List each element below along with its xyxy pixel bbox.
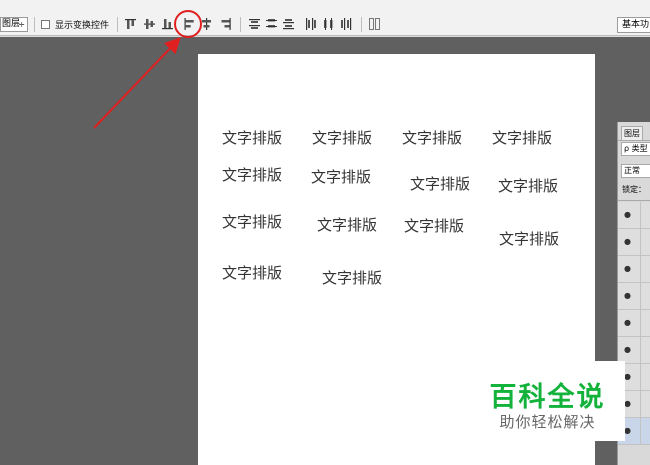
workspace-value: 基本功 [622, 20, 650, 30]
layer-row[interactable]: ● [618, 283, 650, 310]
text-layer[interactable]: 文字排版 [312, 127, 372, 148]
blend-mode-dropdown[interactable]: 正常 [621, 164, 650, 178]
toolbar-separator [117, 17, 118, 32]
text-layer[interactable]: 文字排版 [222, 211, 282, 232]
text-layer[interactable]: 文字排版 [499, 228, 559, 249]
layer-row-divider [640, 202, 641, 229]
layers-tab[interactable]: 图层 [621, 126, 643, 140]
distribute-top-edges-icon[interactable] [248, 17, 261, 31]
layer-filter-input[interactable]: ρ 类型 [621, 142, 650, 156]
layer-row-divider [640, 229, 641, 256]
visibility-eye-icon[interactable]: ● [624, 291, 631, 300]
distribute-right-edges-icon[interactable] [340, 17, 353, 31]
visibility-eye-icon[interactable]: ● [624, 426, 631, 435]
auto-align-layers-icon[interactable] [368, 17, 381, 31]
text-layer[interactable]: 文字排版 [498, 175, 558, 196]
layer-filter-placeholder: ρ 类型 [624, 144, 648, 153]
panel-divider [618, 200, 650, 201]
text-layer[interactable]: 文字排版 [404, 215, 464, 236]
options-bar: 图层 ÷ 显示变换控件 基本功 [0, 0, 650, 36]
auto-select-dropdown[interactable]: 图层 ÷ [0, 17, 28, 32]
visibility-eye-icon[interactable]: ● [624, 372, 631, 381]
align-top-edges-icon[interactable] [124, 17, 137, 31]
align-left-edges-icon[interactable] [183, 17, 196, 31]
text-layer[interactable]: 文字排版 [222, 164, 282, 185]
layer-row-divider [640, 418, 641, 445]
visibility-eye-icon[interactable]: ● [624, 210, 631, 219]
align-vertical-centers-icon[interactable] [143, 17, 156, 31]
visibility-eye-icon[interactable]: ● [624, 399, 631, 408]
watermark: 百科全说 助你轻松解决 [470, 361, 625, 441]
text-layer[interactable]: 文字排版 [222, 127, 282, 148]
lock-label: 锁定： [622, 185, 646, 194]
layer-row-divider [640, 337, 641, 364]
distribute-left-edges-icon[interactable] [304, 17, 317, 31]
layer-row[interactable]: ● [618, 256, 650, 283]
dropdown-arrow-icon: ÷ [18, 20, 25, 29]
visibility-eye-icon[interactable]: ● [624, 237, 631, 246]
distribute-vertical-centers-icon[interactable] [265, 17, 278, 31]
distribute-bottom-edges-icon[interactable] [282, 17, 295, 31]
layer-row-divider [640, 310, 641, 337]
layer-row-divider [640, 256, 641, 283]
visibility-eye-icon[interactable]: ● [624, 318, 631, 327]
distribute-horizontal-centers-icon[interactable] [322, 17, 335, 31]
align-right-edges-icon[interactable] [219, 17, 232, 31]
text-layer[interactable]: 文字排版 [492, 127, 552, 148]
layer-row-divider [640, 364, 641, 391]
layer-row[interactable]: ● [618, 229, 650, 256]
panel-divider [618, 140, 650, 141]
text-layer[interactable]: 文字排版 [410, 173, 470, 194]
layer-row[interactable]: ● [618, 310, 650, 337]
workspace-switcher[interactable]: 基本功 [617, 17, 650, 33]
toolbar-separator [240, 17, 241, 32]
text-layer[interactable]: 文字排版 [317, 214, 377, 235]
show-transform-controls-label: 显示变换控件 [55, 21, 110, 31]
text-layer[interactable]: 文字排版 [322, 267, 382, 288]
layer-row-divider [640, 391, 641, 418]
watermark-title: 百科全说 [489, 382, 606, 413]
layer-row[interactable]: ● [618, 202, 650, 229]
toolbar-separator [34, 17, 35, 32]
text-layer[interactable]: 文字排版 [311, 166, 371, 187]
layer-row[interactable]: ● [618, 337, 650, 364]
text-layer[interactable]: 文字排版 [222, 262, 282, 283]
visibility-eye-icon[interactable]: ● [624, 264, 631, 273]
visibility-eye-icon[interactable]: ● [624, 345, 631, 354]
layers-tab-label: 图层 [624, 129, 640, 138]
align-horizontal-centers-icon[interactable] [200, 17, 213, 31]
text-layer[interactable]: 文字排版 [402, 127, 462, 148]
show-transform-controls-checkbox[interactable] [41, 20, 50, 29]
watermark-subtitle: 助你轻松解决 [499, 413, 596, 431]
layer-row-divider [640, 283, 641, 310]
toolbar-separator [361, 17, 362, 32]
align-bottom-edges-icon[interactable] [161, 17, 174, 31]
blend-mode-value: 正常 [624, 166, 640, 175]
